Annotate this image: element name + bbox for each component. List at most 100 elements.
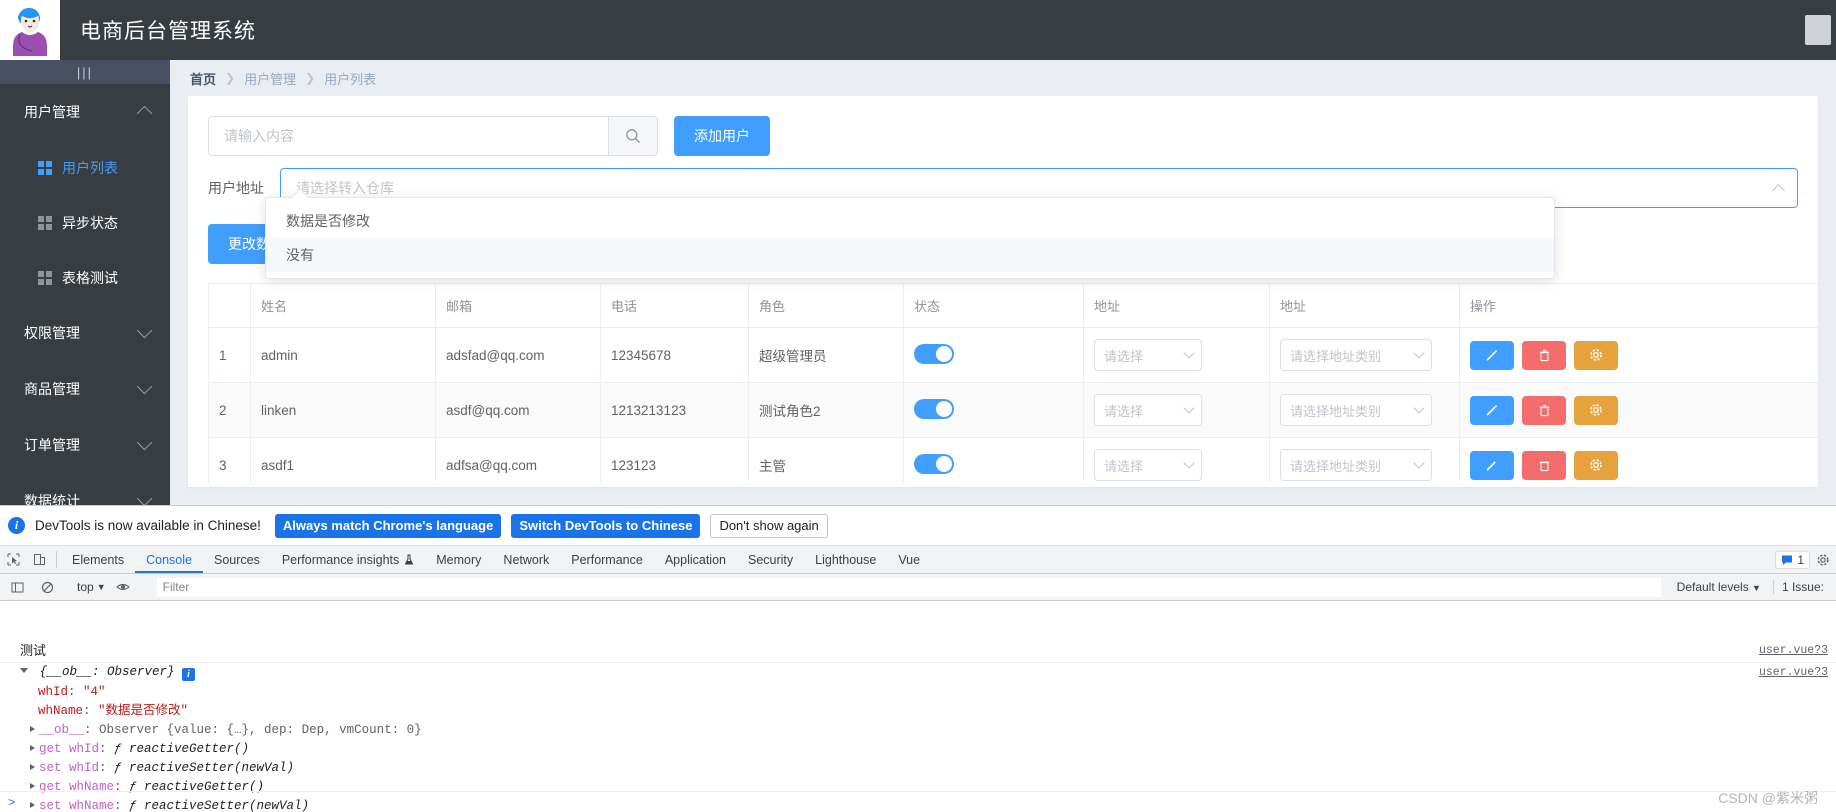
inspect-element-button[interactable] xyxy=(0,546,26,573)
edit-button[interactable] xyxy=(1470,395,1514,425)
cell-name: asdf1 xyxy=(250,437,436,483)
messages-badge[interactable]: 1 xyxy=(1775,550,1810,569)
address-type-placeholder: 请选择地址类别 xyxy=(1290,348,1382,364)
sidebar-item-user-list[interactable]: 用户列表 xyxy=(0,140,170,195)
property-key: get whId xyxy=(39,742,100,756)
cell-email: adsfad@qq.com xyxy=(435,327,601,383)
cell-phone: 1213213123 xyxy=(600,382,749,438)
sidebar-group-permissions[interactable]: 权限管理 xyxy=(0,305,170,361)
dropdown-option-0[interactable]: 数据是否修改 xyxy=(266,204,1554,238)
edit-button[interactable] xyxy=(1470,340,1514,370)
cell-role: 超级管理员 xyxy=(748,327,904,383)
console-message-object: {__ob__: Observer} i user.vue?3 xyxy=(0,663,1836,683)
tab-vue[interactable]: Vue xyxy=(887,546,931,573)
edit-button[interactable] xyxy=(1470,450,1514,480)
settings-button[interactable] xyxy=(1574,450,1618,480)
address-select[interactable]: 请选择 xyxy=(1094,394,1202,426)
tab-performance[interactable]: Performance xyxy=(560,546,654,573)
address-type-select[interactable]: 请选择地址类别 xyxy=(1280,339,1432,371)
add-user-button[interactable]: 添加用户 xyxy=(674,116,770,156)
info-badge-icon[interactable]: i xyxy=(182,668,196,681)
search-input[interactable] xyxy=(208,116,608,156)
chevron-down-icon: ▼ xyxy=(96,582,106,592)
expand-triangle-icon[interactable] xyxy=(20,668,28,673)
console-message-log: 测试 user.vue?3 xyxy=(0,641,1836,663)
cell-address: 请选择 xyxy=(1083,382,1270,438)
cell-address-type: 请选择地址类别 xyxy=(1269,437,1460,483)
cell-role: 主管 xyxy=(748,437,904,483)
sidebar-item-table-test[interactable]: 表格测试 xyxy=(0,250,170,305)
address-type-select[interactable]: 请选择地址类别 xyxy=(1280,394,1432,426)
console-source-link[interactable]: user.vue?3 xyxy=(1759,665,1828,680)
issues-chip[interactable]: 1 Issue: xyxy=(1772,580,1832,594)
header-menu-button[interactable] xyxy=(1800,0,1836,60)
settings-button[interactable] xyxy=(1574,395,1618,425)
tab-memory[interactable]: Memory xyxy=(425,546,492,573)
console-filter-input[interactable] xyxy=(156,577,1661,597)
sidebar-group-statistics[interactable]: 数据统计 xyxy=(0,473,170,505)
tab-lighthouse[interactable]: Lighthouse xyxy=(804,546,887,573)
search-button[interactable] xyxy=(608,116,658,156)
device-toolbar-button[interactable] xyxy=(26,546,52,573)
live-expression-button[interactable] xyxy=(110,580,136,594)
col-name: 姓名 xyxy=(250,283,436,328)
chevron-down-icon xyxy=(1413,347,1425,359)
tab-console[interactable]: Console xyxy=(135,546,203,573)
settings-icon xyxy=(1590,349,1602,361)
always-match-language-button[interactable]: Always match Chrome's language xyxy=(274,513,502,538)
tab-performance-insights[interactable]: Performance insights xyxy=(271,546,425,573)
console-source-link[interactable]: user.vue?3 xyxy=(1759,643,1828,658)
breadcrumb-item-user-management[interactable]: 用户管理 xyxy=(244,69,296,88)
console-sidebar-toggle[interactable] xyxy=(4,581,30,594)
cell-operations xyxy=(1459,437,1818,483)
expand-triangle-icon[interactable] xyxy=(30,783,35,789)
expand-triangle-icon[interactable] xyxy=(30,764,35,770)
expand-triangle-icon[interactable] xyxy=(30,745,35,751)
sidebar-group-products[interactable]: 商品管理 xyxy=(0,361,170,417)
breadcrumb: 首页 ❯ 用户管理 ❯ 用户列表 xyxy=(188,60,1818,96)
property-value: Observer {value: {…}, dep: Dep, vmCount:… xyxy=(99,723,422,737)
user-table-container: 姓名 邮箱 电话 角色 状态 地址 地址 操作 1 admin adsfad@q… xyxy=(208,283,1818,483)
object-preview[interactable]: {__ob__: Observer} xyxy=(40,665,175,679)
col-address: 地址 xyxy=(1083,283,1270,328)
col-status: 状态 xyxy=(903,283,1084,328)
log-levels-selector[interactable]: Default levels ▼ xyxy=(1669,580,1769,594)
cell-name: linken xyxy=(250,382,436,438)
delete-button[interactable] xyxy=(1522,450,1566,480)
flask-icon xyxy=(404,554,414,564)
settings-button[interactable] xyxy=(1574,340,1618,370)
collapse-icon: ||| xyxy=(76,64,94,80)
tab-security[interactable]: Security xyxy=(737,546,804,573)
delete-button[interactable] xyxy=(1522,340,1566,370)
sidebar-group-label: 用户管理 xyxy=(24,104,80,120)
sidebar-group-orders[interactable]: 订单管理 xyxy=(0,417,170,473)
tab-network[interactable]: Network xyxy=(492,546,560,573)
address-select[interactable]: 请选择 xyxy=(1094,449,1202,481)
tab-sources[interactable]: Sources xyxy=(203,546,271,573)
sidebar-collapse-toggle[interactable]: ||| xyxy=(0,60,170,84)
col-operations: 操作 xyxy=(1459,283,1818,328)
tab-elements[interactable]: Elements xyxy=(61,546,135,573)
status-toggle[interactable] xyxy=(914,398,954,419)
status-toggle[interactable] xyxy=(914,453,954,474)
operation-buttons xyxy=(1470,340,1818,370)
expand-triangle-icon[interactable] xyxy=(30,726,35,732)
user-avatar-illustration xyxy=(4,4,56,56)
gear-icon[interactable] xyxy=(1816,553,1830,567)
cell-operations xyxy=(1459,327,1818,383)
switch-to-chinese-button[interactable]: Switch DevTools to Chinese xyxy=(511,513,701,538)
tab-application[interactable]: Application xyxy=(654,546,737,573)
cell-address-type: 请选择地址类别 xyxy=(1269,382,1460,438)
execution-context-selector[interactable]: top ▼ xyxy=(77,580,106,594)
dropdown-option-1[interactable]: 没有 xyxy=(266,238,1554,272)
sidebar-group-users[interactable]: 用户管理 xyxy=(0,84,170,140)
breadcrumb-item-home[interactable]: 首页 xyxy=(190,69,216,88)
delete-button[interactable] xyxy=(1522,395,1566,425)
sidebar-item-async-state[interactable]: 异步状态 xyxy=(0,195,170,250)
clear-console-button[interactable] xyxy=(34,581,60,594)
status-toggle[interactable] xyxy=(914,343,954,364)
console-prompt[interactable]: > xyxy=(0,791,1836,812)
dont-show-again-button[interactable]: Don't show again xyxy=(710,513,828,538)
address-select[interactable]: 请选择 xyxy=(1094,339,1202,371)
address-type-select[interactable]: 请选择地址类别 xyxy=(1280,449,1432,481)
